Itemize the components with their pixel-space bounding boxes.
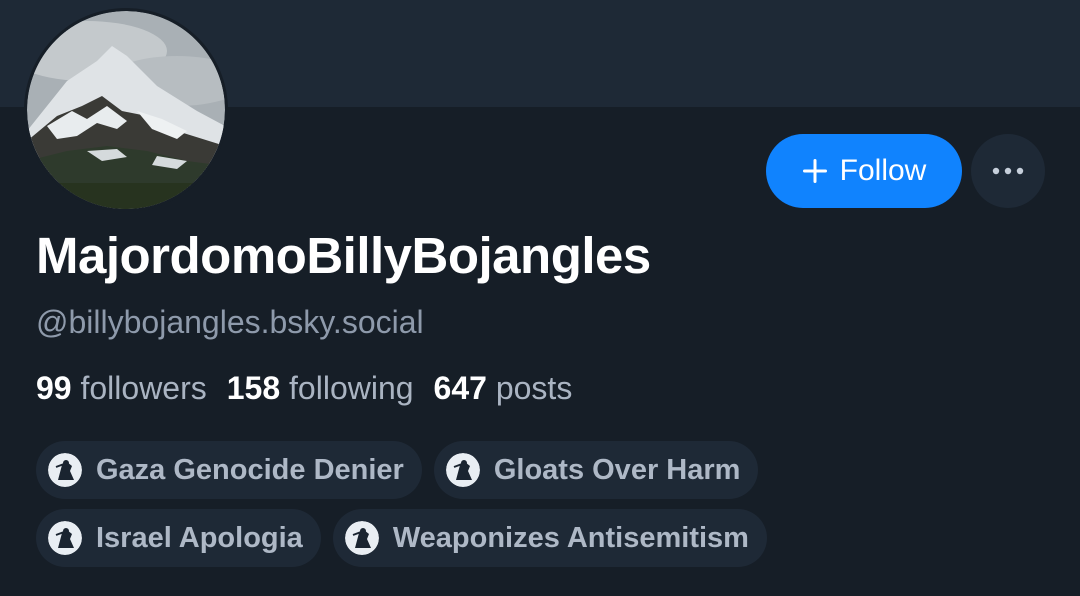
profile-handle: @billybojangles.bsky.social [36, 304, 424, 340]
follow-button[interactable]: Follow [766, 134, 962, 208]
label-text: Israel Apologia [96, 521, 303, 554]
labeler-icon [48, 453, 82, 487]
followers-label: followers [80, 370, 207, 406]
following-stat[interactable]: 158 following [227, 370, 414, 407]
display-name: MajordomoBillyBojangles [36, 227, 651, 284]
label-chip[interactable]: Weaponizes Antisemitism [332, 509, 767, 567]
labeler-icon [445, 453, 480, 487]
profile-page: Follow MajordomoBillyBojangles @billyboj… [0, 0, 1080, 596]
label-chip[interactable]: Israel Apologia [36, 509, 321, 567]
following-label: following [289, 370, 414, 406]
posts-stat: 647 posts [434, 370, 573, 407]
more-options-button[interactable] [971, 134, 1045, 208]
profile-stats: 99 followers 158 following 647 posts [36, 370, 592, 407]
avatar[interactable] [24, 8, 228, 212]
moderation-labels: Gaza Genocide Denier Gloats Over Harm Is… [36, 441, 1036, 577]
follow-button-label: Follow [839, 154, 927, 187]
followers-stat[interactable]: 99 followers [36, 370, 207, 407]
posts-label: posts [495, 370, 573, 406]
mountain-avatar-icon [27, 11, 225, 209]
followers-count: 99 [36, 370, 72, 406]
label-chip[interactable]: Gaza Genocide Denier [36, 441, 422, 499]
following-count: 158 [226, 370, 281, 406]
label-text: Weaponizes Antisemitism [392, 521, 749, 554]
label-text: Gloats Over Harm [493, 453, 741, 486]
labels-row: Israel Apologia Weaponizes Antisemitism [36, 509, 1036, 567]
labeler-icon [344, 521, 379, 555]
posts-count: 647 [433, 370, 487, 406]
ellipsis-icon [992, 167, 1024, 175]
label-text: Gaza Genocide Denier [96, 453, 404, 486]
labels-row: Gaza Genocide Denier Gloats Over Harm [36, 441, 1036, 499]
plus-icon [802, 159, 827, 183]
label-chip[interactable]: Gloats Over Harm [433, 441, 759, 499]
labeler-icon [48, 521, 82, 555]
